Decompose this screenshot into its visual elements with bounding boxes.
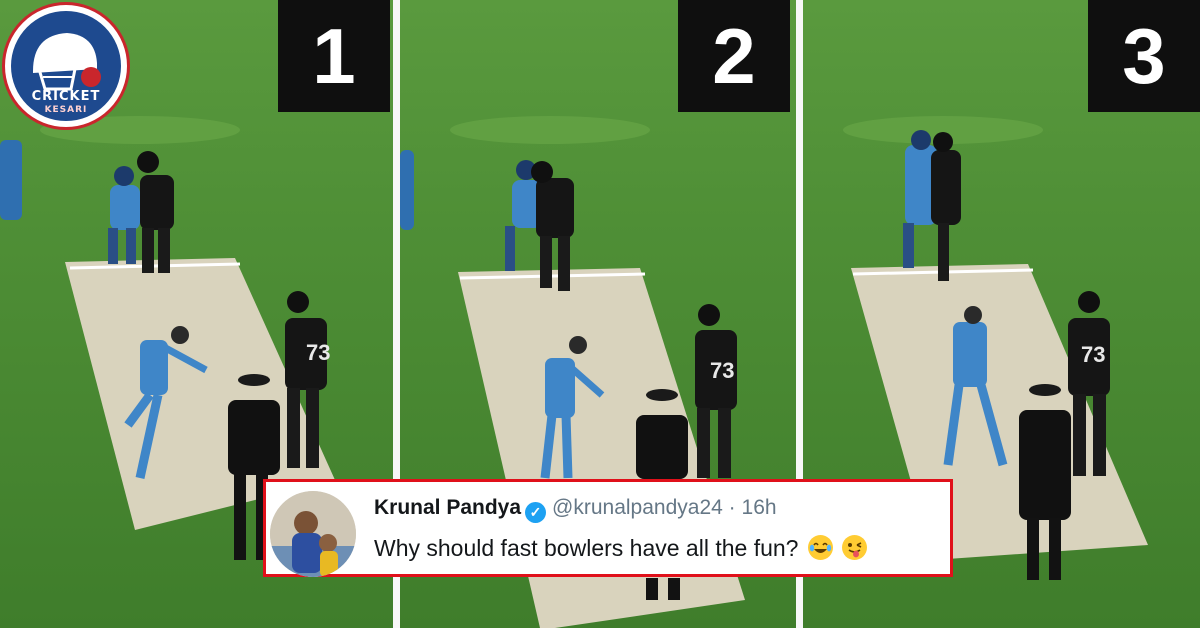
profile-photo [270,491,356,577]
non-striker-fielder: 73 [285,291,330,468]
tweet-header: Krunal Pandya ✓ @krunalpandya24 · 16h [374,496,777,523]
ball-icon [81,67,101,87]
step-number-1: 1 [278,0,390,112]
tweet-time[interactable]: 16h [742,496,777,519]
tweet-card: Krunal Pandya ✓ @krunalpandya24 · 16h Why … [263,479,953,577]
jersey-number: 73 [1081,342,1105,367]
non-striker-fielder: 73 [695,304,737,478]
step-number-3: 3 [1088,0,1200,112]
jersey-number: 73 [710,358,734,383]
face-with-tears-of-joy-icon [807,535,833,560]
avatar[interactable] [270,491,356,577]
cricket-kesari-logo: CRICKET KESARI [2,2,130,130]
step-number-2: 2 [678,0,790,112]
batsman-and-keeper [903,130,961,281]
user-name[interactable]: Krunal Pandya [374,496,521,519]
tweet-body: Why should fast bowlers have all the fun… [374,535,868,562]
logo-word-kesari: KESARI [44,105,88,115]
meta-separator: · [728,496,736,519]
user-handle[interactable]: @krunalpandya24 [552,496,723,519]
wicketkeeper [108,166,140,264]
logo-word-cricket: CRICKET [31,89,101,104]
tweet-text: Why should fast bowlers have all the fun… [374,535,799,561]
winking-face-with-tongue-icon [842,535,868,560]
batsman [137,151,174,273]
verified-badge-icon: ✓ [525,502,547,523]
jersey-number: 73 [306,340,330,365]
